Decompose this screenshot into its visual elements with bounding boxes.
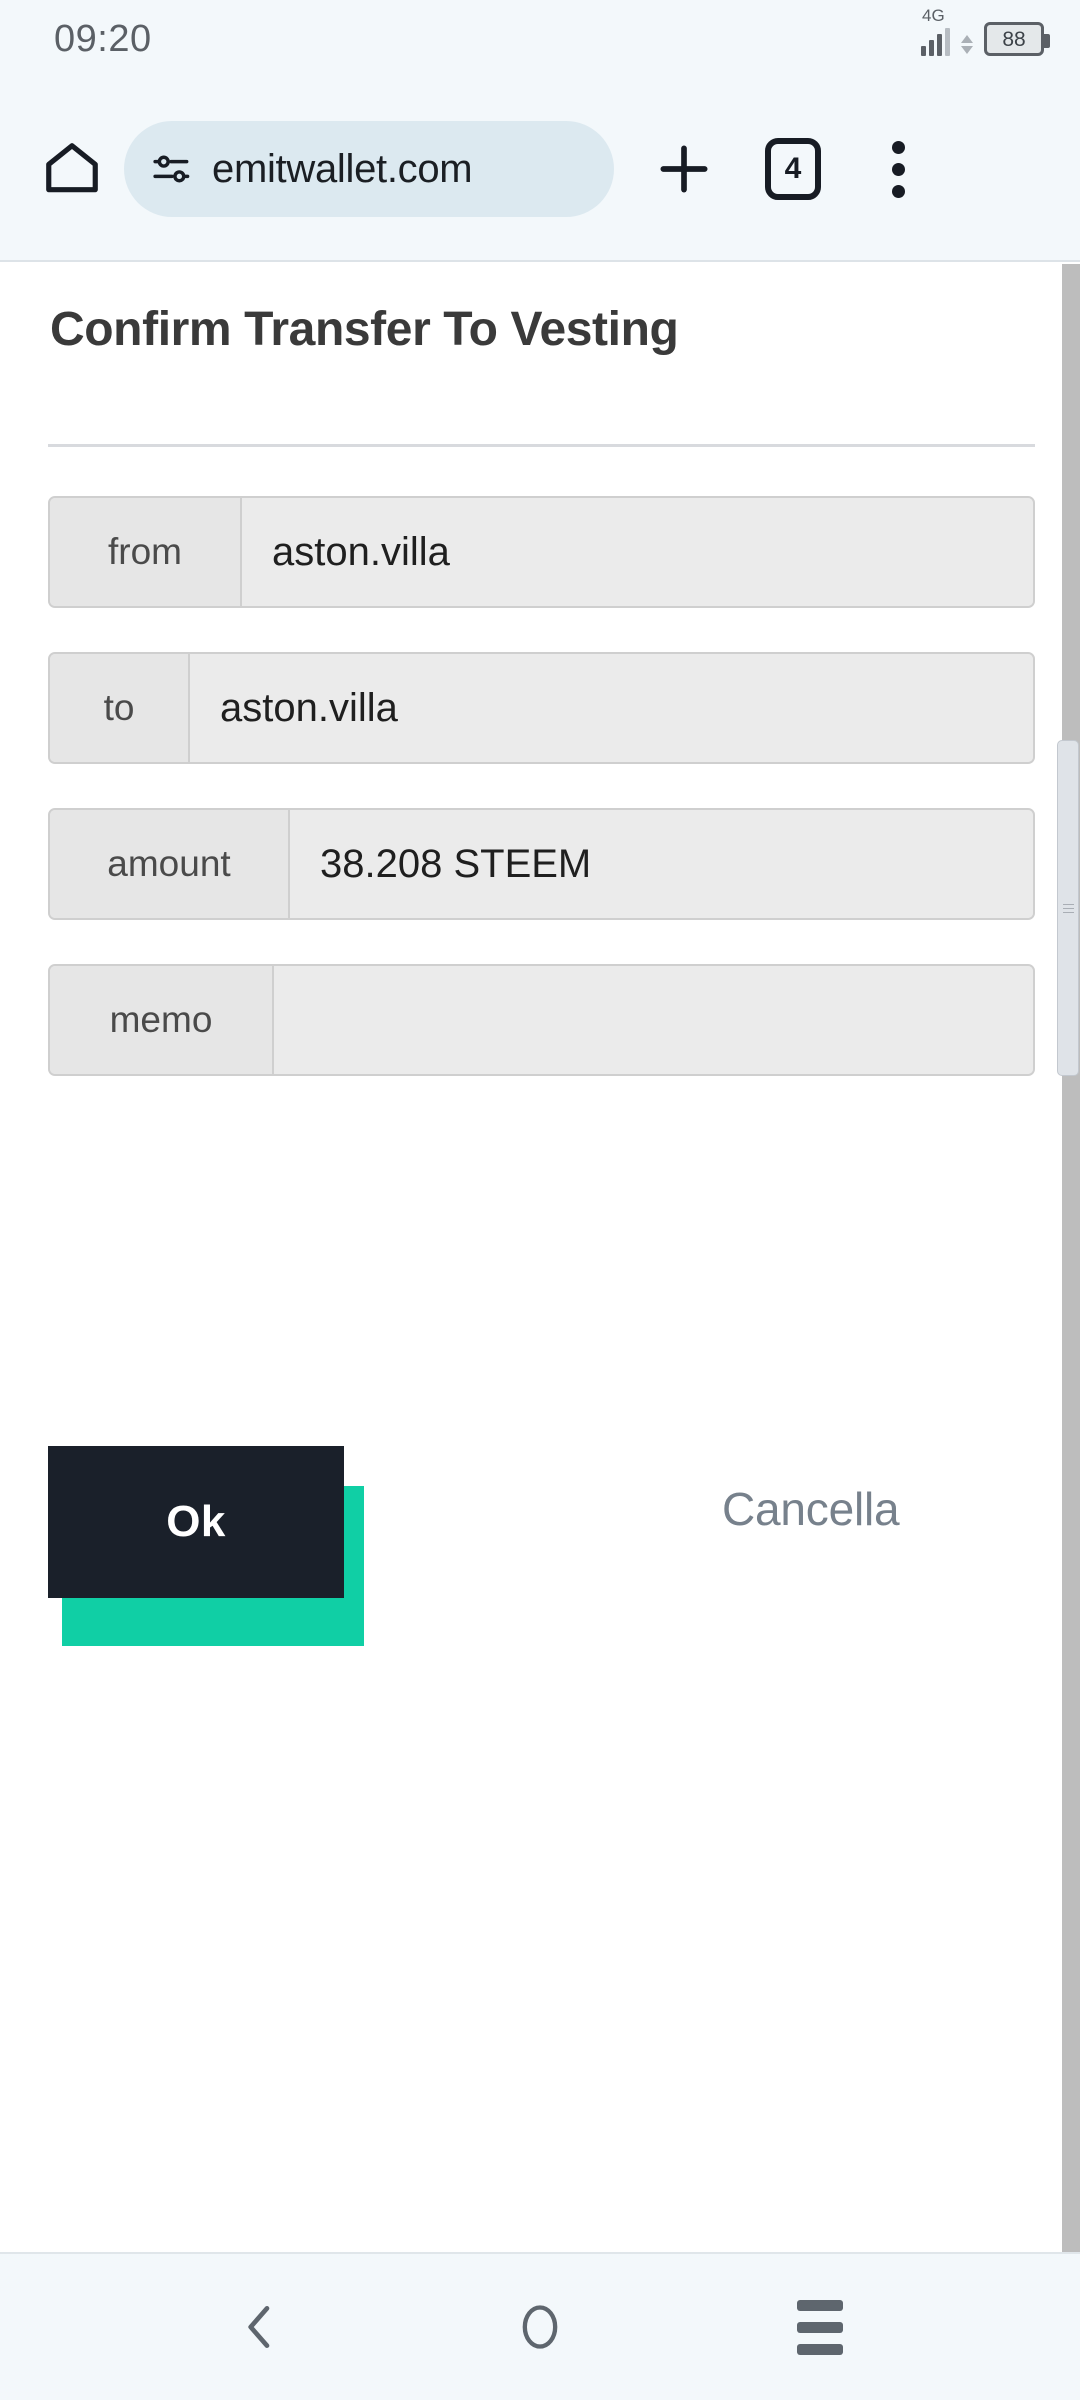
battery-level-label: 88	[1002, 27, 1026, 51]
browser-toolbar: emitwallet.com 4	[0, 78, 1080, 262]
field-value-amount: 38.208 STEEM	[290, 810, 1033, 918]
field-label-amount: amount	[50, 810, 290, 918]
dialog-header: Confirm Transfer To Vesting	[0, 264, 1060, 404]
field-label-memo: memo	[50, 966, 274, 1074]
nav-back-button[interactable]	[200, 2267, 320, 2387]
site-settings-tune-icon	[153, 155, 190, 183]
ok-button-label: Ok	[166, 1497, 226, 1546]
home-circle-icon	[522, 2305, 558, 2349]
field-value-from: aston.villa	[242, 498, 1033, 606]
recents-lines-icon	[797, 2299, 843, 2355]
phone-screen: 09:20 4G 88 emitwallet.com 4 Confirm Tra…	[0, 0, 1080, 2400]
page-title: Confirm Transfer To Vesting	[50, 303, 679, 356]
url-text: emitwallet.com	[212, 146, 473, 191]
battery-icon: 88	[984, 22, 1050, 56]
field-value-memo	[274, 966, 1033, 1074]
network-type-label: 4G	[922, 6, 945, 25]
url-bar[interactable]: emitwallet.com	[124, 121, 614, 217]
ok-button[interactable]: Ok	[48, 1446, 344, 1598]
field-label-to: to	[50, 654, 190, 762]
field-row-to: to aston.villa	[48, 652, 1035, 764]
field-value-to: aston.villa	[190, 654, 1033, 762]
field-row-from: from aston.villa	[48, 496, 1035, 608]
signal-bars-icon: 4G	[921, 7, 950, 56]
cancel-button[interactable]: Cancella	[722, 1482, 900, 1536]
android-nav-bar	[0, 2252, 1080, 2400]
data-updown-icon	[961, 35, 973, 54]
signal-strength-bars	[921, 28, 950, 56]
field-row-memo: memo	[48, 964, 1035, 1076]
plus-icon	[660, 145, 708, 193]
page-scrollbar-track[interactable]	[1062, 264, 1080, 2252]
field-label-from: from	[50, 498, 242, 606]
nav-recents-button[interactable]	[760, 2267, 880, 2387]
tab-switcher-button[interactable]: 4	[750, 126, 836, 212]
tab-count-label: 4	[784, 152, 802, 185]
status-bar: 09:20 4G 88	[0, 0, 1080, 78]
back-chevron-icon	[248, 2306, 270, 2348]
status-clock: 09:20	[54, 17, 152, 60]
divider	[48, 444, 1035, 447]
field-row-amount: amount 38.208 STEEM	[48, 808, 1035, 920]
web-page-content: Confirm Transfer To Vesting from aston.v…	[0, 264, 1080, 2252]
home-button[interactable]	[28, 125, 116, 213]
home-icon	[46, 143, 98, 193]
nav-home-button[interactable]	[480, 2267, 600, 2387]
page-scrollbar-thumb[interactable]	[1057, 740, 1079, 1076]
status-icons: 4G 88	[921, 7, 1050, 56]
tab-count-badge: 4	[765, 138, 821, 200]
new-tab-button[interactable]	[636, 121, 732, 217]
overflow-menu-button[interactable]	[858, 124, 938, 214]
